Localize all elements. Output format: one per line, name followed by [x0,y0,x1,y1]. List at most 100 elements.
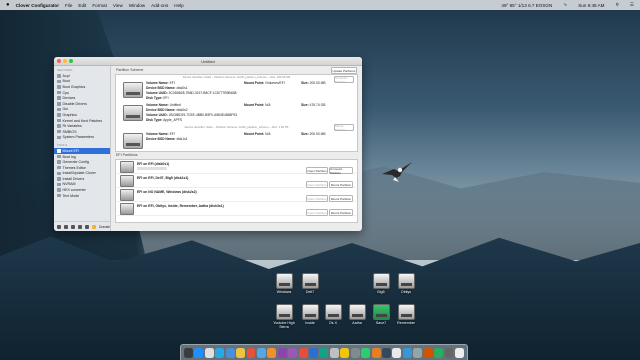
dock-app-icon[interactable] [246,348,256,358]
menu-file[interactable]: File [65,3,72,8]
partition-action-button[interactable]: Mount Partition [334,124,354,132]
new-file-icon[interactable] [57,224,61,229]
settings-icon[interactable] [85,224,89,229]
drive-label: Aatha [352,321,362,325]
uuid-value: 3C0D8828-7B6D-3197-B8CF-1C8777B9B4B8 [168,91,237,95]
size-value: 200.00 MB [309,132,326,136]
open-file-icon[interactable] [64,224,68,229]
sidebar-item-label: System Parameters [62,135,95,140]
mount-partition-button[interactable]: Mount Partition [329,195,353,202]
dock-app-icon[interactable] [298,348,308,358]
dock-app-icon[interactable] [225,348,235,358]
dock-app-icon[interactable] [267,348,277,358]
dock-app-icon[interactable] [454,348,464,358]
desktop-drive-icon[interactable]: Obitys [393,273,419,294]
dock-app-icon[interactable] [288,348,298,358]
section-icon [57,177,61,181]
desktop-drive-icon[interactable]: Save7 [368,304,394,325]
desktop-drive-icon[interactable]: Remember [393,304,419,325]
dock-app-icon[interactable] [423,348,433,358]
drive-label: Dell7 [305,290,315,294]
section-icon [57,182,61,187]
sections-header: SECTIONS [57,68,73,72]
efi-row[interactable]: EFI on EFI (disk0s1) Open Partition Unmo… [117,160,356,175]
minimize-icon[interactable] [63,59,67,63]
dock-app-icon[interactable] [309,348,318,358]
sidebar-item-label: Kernel and Kext Patches [62,118,103,123]
clover-window: Untitled SECTIONS Acpi Boot Boot Graphics C… [54,57,362,231]
efi-list[interactable]: EFI on EFI (disk0s1) Open Partition Unmo… [115,159,358,223]
desktop-drive-icon[interactable]: Dell7 [297,273,323,294]
update-partitions-button[interactable]: Update Partitions [331,67,357,74]
dock-app-icon[interactable] [402,348,412,358]
open-partition-button[interactable]: Open Partition [306,181,328,188]
title-bar[interactable]: Untitled [54,57,362,66]
menu-view[interactable]: View [113,3,123,8]
donate-button[interactable]: Donate [99,225,110,229]
dock-app-icon[interactable] [340,348,350,358]
menu-addons[interactable]: Add-ons [151,3,168,8]
dock-app-icon[interactable] [392,348,402,358]
open-partition-button[interactable]: Open Partition [306,167,328,174]
desktop-drive-icon[interactable]: Youtube High Sierra [271,304,297,329]
apple-menu-icon[interactable]: ● [6,2,10,8]
status-readout[interactable]: 49° 85° 1/13 6.7 EOSGN [501,3,552,8]
clock[interactable]: Sun 9:48 AM [578,3,604,8]
mount-partition-button[interactable]: Mount Partition [329,209,353,216]
dock-app-icon[interactable] [444,348,454,358]
zoom-icon[interactable] [69,59,73,63]
dock-app-icon[interactable] [434,348,444,358]
menu-app[interactable]: Clover Configurator [16,3,59,8]
menu-edit[interactable]: Edit [78,3,86,8]
share-icon[interactable] [78,224,82,229]
dock-app-icon[interactable] [204,348,214,358]
dock-app-icon[interactable] [382,348,391,358]
wifi-icon[interactable]: ∿ [563,2,567,8]
desktop-drive-icon[interactable]: Big5 [368,273,394,294]
desktop-drive-icon[interactable]: Windows [271,273,297,294]
mount-partition-button[interactable]: Mount Partition [329,181,353,188]
efi-row[interactable]: EFI on EFI, Dell7, Big5 (disk1s1) Open P… [117,174,356,188]
sidebar-item-kernel-and-kext-patches[interactable]: Kernel and Kext Patches [54,118,110,124]
close-icon[interactable] [57,59,61,63]
volume-name-label: Volume Name: [146,103,169,107]
section-icon [57,149,61,153]
drive-label: Windows [276,290,292,294]
menu-format[interactable]: Format [92,3,107,8]
spotlight-icon[interactable]: ⚲ [616,2,619,8]
menu-help[interactable]: Help [174,3,183,8]
section-icon [57,79,61,84]
desktop-drive-icon[interactable]: Aatha [344,304,370,325]
menu-list-icon[interactable]: ☰ [630,2,634,8]
dock-app-icon[interactable] [256,348,266,358]
efi-row[interactable]: EFI on EFI, Obitys, Inside, Remember, Aa… [117,202,356,216]
dock-app-icon[interactable] [319,348,329,358]
efi-row[interactable]: EFI on NO NAME, Windows (disk2s2) Open P… [117,188,356,202]
drive-label: Obitys [400,290,412,294]
menu-window[interactable]: Window [129,3,145,8]
open-partition-button[interactable]: Open Partition [306,195,328,202]
dock-app-icon[interactable] [361,348,371,358]
drive-label: Os X [329,321,337,325]
dock-app-icon[interactable] [371,348,381,358]
mount-point-value: N/A [265,132,271,136]
unmount-partition-button[interactable]: Unmount Partition [329,167,353,175]
open-partition-button[interactable]: Open Partition [306,209,328,216]
sidebar-item-system-parameters[interactable]: System Parameters [54,135,110,141]
paypal-icon[interactable] [92,224,96,229]
partition-list[interactable]: Device Identifier: disk0 – Partition Sch… [115,74,358,152]
dock-app-icon[interactable] [413,348,423,358]
bsd-name-value: disk0s1 [176,86,188,90]
save-icon[interactable] [71,224,75,229]
desktop-drive-icon[interactable]: Os X [320,304,346,325]
dock-app-icon[interactable] [350,348,360,358]
sidebar-item-label: Gui [62,107,69,112]
tool-item-text-mode[interactable]: Text Mode [54,193,110,199]
dock-app-icon[interactable] [184,348,193,358]
partition-action-button[interactable]: Unmount Partition [334,76,354,84]
dock-app-icon[interactable] [194,348,204,358]
dock-app-icon[interactable] [277,348,287,358]
dock-app-icon[interactable] [236,348,246,358]
dock-app-icon[interactable] [215,348,225,358]
dock-app-icon[interactable] [329,348,339,358]
